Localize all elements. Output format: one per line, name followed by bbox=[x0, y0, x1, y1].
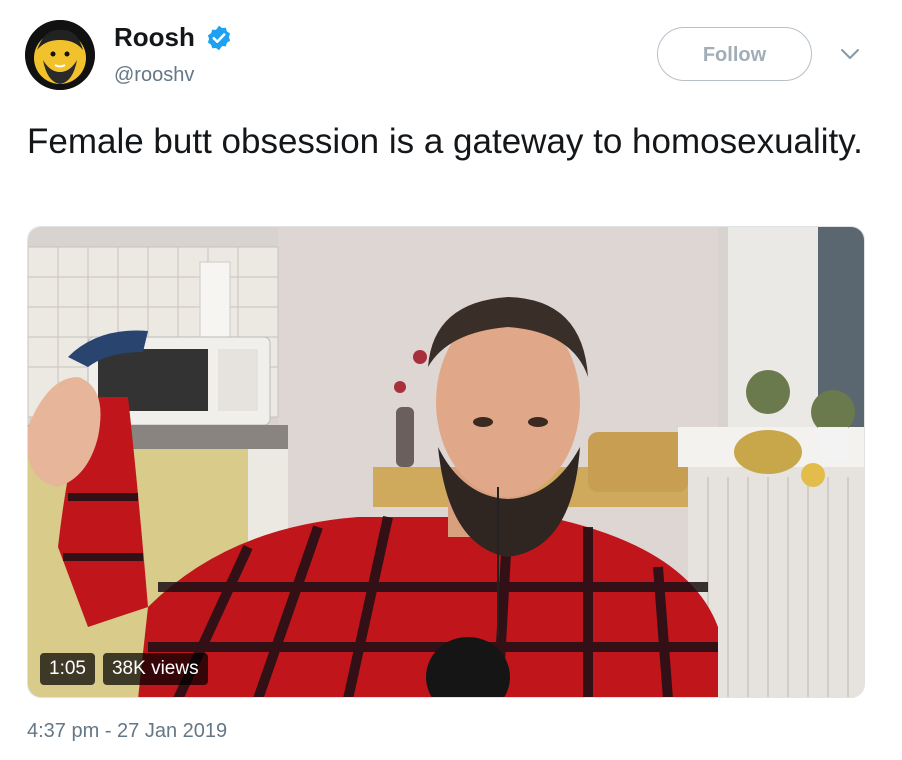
video-views: 38K views bbox=[102, 653, 208, 685]
tweet-timestamp[interactable]: 4:37 pm - 27 Jan 2019 bbox=[27, 720, 227, 743]
video-player[interactable]: 1:05 38K views bbox=[27, 226, 865, 698]
follow-button[interactable]: Follow bbox=[657, 27, 812, 81]
tweet-text: Female butt obsession is a gateway to ho… bbox=[27, 122, 863, 161]
user-name[interactable]: Roosh bbox=[114, 22, 195, 53]
chevron-down-icon[interactable] bbox=[838, 45, 862, 63]
video-duration: 1:05 bbox=[40, 653, 95, 685]
user-handle[interactable]: @rooshv bbox=[114, 64, 194, 87]
bearded-man-avatar-icon bbox=[25, 20, 95, 90]
verified-badge-icon bbox=[207, 25, 231, 51]
video-thumbnail bbox=[28, 227, 864, 697]
avatar[interactable] bbox=[25, 20, 95, 90]
